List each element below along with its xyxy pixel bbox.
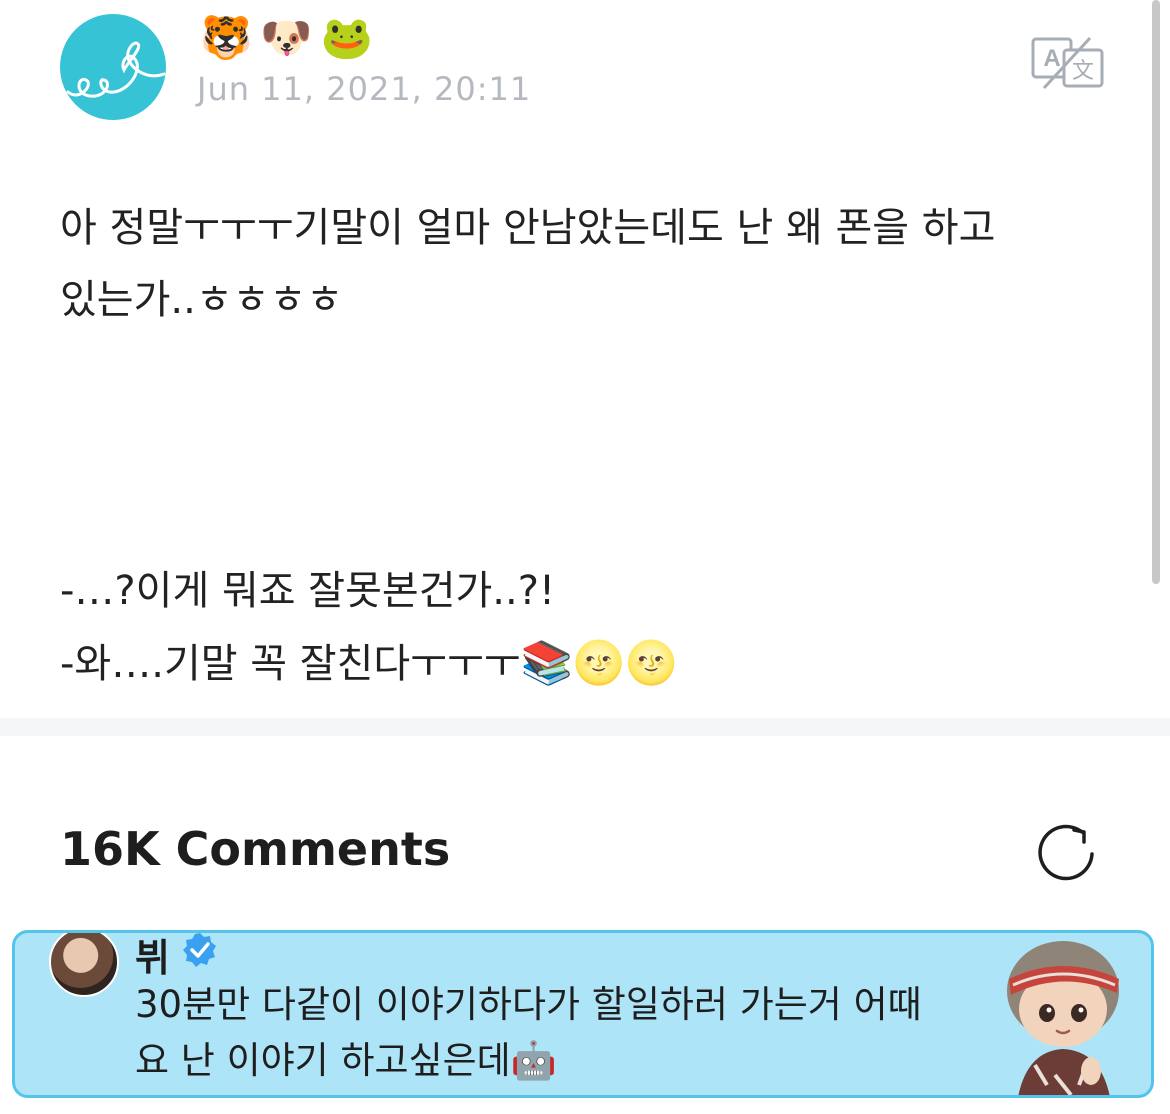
section-divider: [0, 718, 1170, 736]
translate-icon[interactable]: A 文: [1030, 36, 1106, 90]
heart-doodle-icon: [66, 41, 166, 98]
character-sticker-icon: [1007, 941, 1119, 1095]
commenter-name[interactable]: 뷔: [135, 933, 170, 982]
post-timestamp: Jun 11, 2021, 20:11: [197, 70, 532, 108]
books-moon-emojis: 📚🌝🌝: [520, 638, 678, 687]
post-line-1: 아 정말ㅜㅜㅜ기말이 얼마 안남았는데도 난 왜 폰을 하고: [60, 205, 996, 251]
verified-badge-icon: [183, 933, 216, 967]
post-line-4-text: -와….기말 꼭 잘친다ㅜㅜㅜ: [60, 641, 521, 687]
dog-emoji: 🐶: [260, 13, 313, 62]
post-line-3: -…?이게 뭐죠 잘못본건가..?!: [60, 568, 555, 614]
svg-text:文: 文: [1072, 59, 1094, 84]
post-line-4: -와….기말 꼭 잘친다ㅜㅜㅜ📚🌝🌝: [60, 627, 677, 700]
comment-text-line-1: 30분만 다같이 이야기하다가 할일하러 가는거 어때: [135, 983, 922, 1026]
author-avatar[interactable]: [60, 14, 166, 120]
author-emoji-name[interactable]: 🐯 🐶 🐸: [200, 12, 373, 64]
artist-comment-card[interactable]: 뷔 30분만 다같이 이야기하다가 할일하러 가는거 어때 요 난 이야기 하고…: [12, 930, 1154, 1098]
refresh-icon[interactable]: [1036, 820, 1100, 884]
frog-emoji: 🐸: [320, 13, 373, 62]
robot-emoji: 🤖: [510, 1039, 557, 1082]
comments-count-title: 16K Comments: [60, 822, 451, 876]
comment-text: 30분만 다같이 이야기하다가 할일하러 가는거 어때 요 난 이야기 하고싶은…: [135, 977, 922, 1089]
tiger-emoji: 🐯: [200, 13, 253, 62]
comment-text-line-2: 요 난 이야기 하고싶은데🤖: [135, 1039, 557, 1082]
scrollbar[interactable]: [1152, 0, 1160, 584]
commenter-avatar[interactable]: [49, 933, 119, 997]
post-line-2: 있는가..ㅎㅎㅎㅎ: [60, 277, 344, 323]
svg-text:A: A: [1043, 45, 1060, 72]
